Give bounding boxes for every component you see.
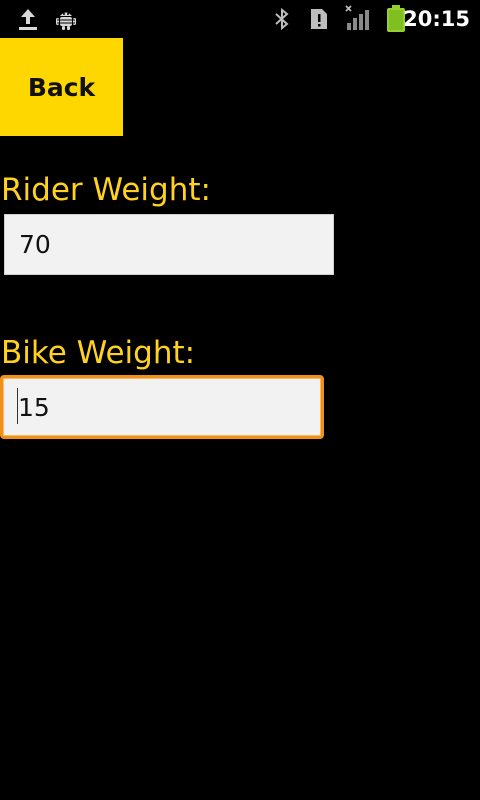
status-bar: 20:15: [0, 0, 480, 38]
rider-weight-input[interactable]: [4, 214, 334, 275]
sim-card-alert-icon: [309, 7, 329, 31]
upload-icon: [16, 7, 40, 31]
text-cursor: [17, 388, 18, 424]
back-button[interactable]: Back: [0, 38, 123, 136]
bike-weight-label: Bike Weight:: [1, 335, 196, 371]
clock: 20:15: [403, 7, 470, 31]
signal-no-data-icon: [344, 4, 372, 30]
app-screen: 20:15 Back Rider Weight: Bike Weight:: [0, 0, 480, 800]
rider-weight-label: Rider Weight:: [1, 172, 211, 208]
bluetooth-icon: [272, 7, 292, 31]
android-debug-icon: [54, 7, 78, 31]
bike-weight-input[interactable]: [0, 375, 324, 439]
